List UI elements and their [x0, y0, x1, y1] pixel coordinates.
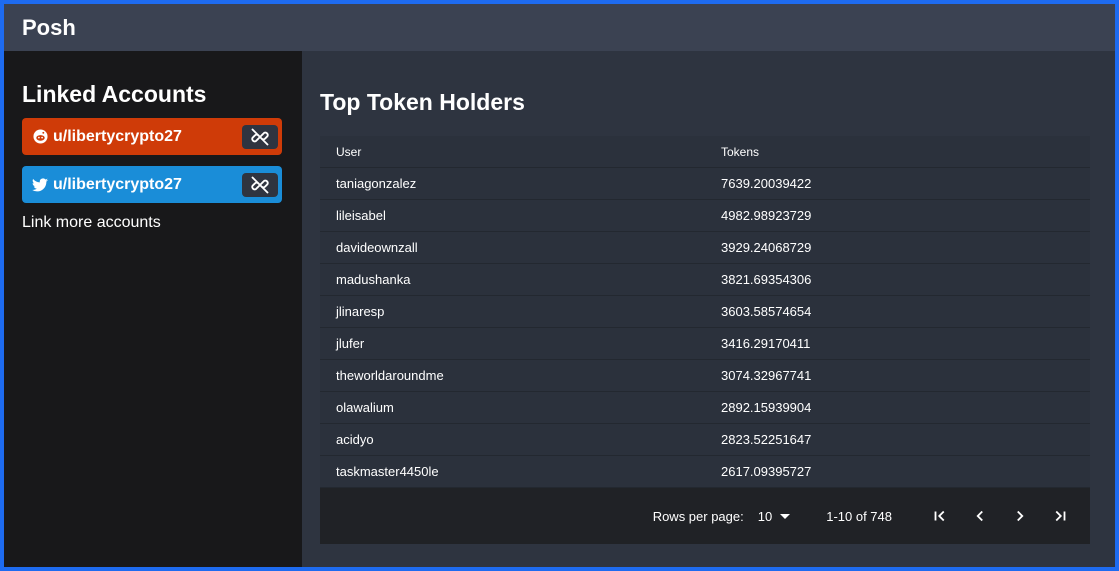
table-row: jlufer 3416.29170411	[320, 328, 1090, 360]
table-row: taniagonzalez 7639.20039422	[320, 168, 1090, 200]
next-page-button[interactable]	[1000, 496, 1040, 536]
app-title[interactable]: Posh	[22, 15, 76, 41]
row-user: madushanka	[336, 272, 411, 287]
row-user: taniagonzalez	[336, 176, 417, 191]
row-tokens: 3929.24068729	[721, 240, 812, 255]
row-user: lileisabel	[336, 208, 386, 223]
row-tokens: 3821.69354306	[721, 272, 812, 287]
rows-per-page-value: 10	[757, 508, 773, 524]
last-page-button[interactable]	[1040, 496, 1080, 536]
link-more-accounts-link[interactable]: Link more accounts	[22, 214, 161, 232]
linked-account-reddit[interactable]: u/libertycrypto27	[22, 118, 282, 155]
table-row: olawalium 2892.15939904	[320, 392, 1090, 424]
content-area: Linked Accounts u/libertycrypto27 u/libe…	[4, 51, 1115, 567]
unlink-icon	[251, 128, 269, 145]
token-holders-table: User Tokens taniagonzalez 7639.20039422 …	[320, 136, 1090, 544]
unlink-reddit-button[interactable]	[242, 124, 278, 149]
table-pagination: Rows per page: 10 1-10 of 748	[320, 488, 1090, 544]
table-row: madushanka 3821.69354306	[320, 264, 1090, 296]
page-title: Top Token Holders	[320, 89, 525, 115]
app-window: Posh Linked Accounts u/libertycrypto27 u…	[4, 4, 1115, 567]
first-page-button[interactable]	[920, 496, 960, 536]
row-tokens: 3416.29170411	[721, 336, 811, 351]
row-tokens: 2823.52251647	[721, 432, 812, 447]
linked-account-twitter[interactable]: u/libertycrypto27	[22, 166, 282, 203]
table-row: lileisabel 4982.98923729	[320, 200, 1090, 232]
table-header: User Tokens	[320, 136, 1090, 168]
previous-page-button[interactable]	[960, 496, 1000, 536]
row-user: olawalium	[336, 400, 394, 415]
sidebar: Linked Accounts u/libertycrypto27 u/libe…	[4, 51, 302, 567]
rows-per-page-label: Rows per page:	[652, 508, 744, 524]
row-tokens: 4982.98923729	[721, 208, 812, 223]
table-row: theworldaroundme 3074.32967741	[320, 360, 1090, 392]
reddit-icon	[32, 129, 48, 145]
chevron-right-icon	[1017, 510, 1024, 522]
reddit-username: u/libertycrypto27	[53, 127, 182, 145]
table-row: acidyo 2823.52251647	[320, 424, 1090, 456]
row-tokens: 3074.32967741	[721, 368, 812, 383]
table-row: davideownzall 3929.24068729	[320, 232, 1090, 264]
row-user: davideownzall	[336, 240, 418, 255]
row-tokens: 2892.15939904	[721, 400, 812, 415]
last-page-icon	[1055, 510, 1066, 522]
row-user: theworldaroundme	[336, 368, 444, 383]
table-row: taskmaster4450le 2617.09395727	[320, 456, 1090, 488]
pagination-range: 1-10 of 748	[826, 508, 892, 524]
first-page-icon	[934, 510, 945, 522]
column-header-user: User	[336, 144, 362, 159]
row-user: jlufer	[336, 336, 365, 351]
row-tokens: 2617.09395727	[721, 464, 812, 479]
twitter-username: u/libertycrypto27	[53, 175, 182, 193]
chevron-left-icon	[976, 510, 983, 522]
unlink-icon	[251, 176, 269, 193]
main-panel: Top Token Holders User Tokens taniagonza…	[302, 51, 1115, 567]
unlink-twitter-button[interactable]	[242, 172, 278, 197]
chevron-down-icon	[780, 513, 791, 519]
app-bar: Posh	[4, 4, 1115, 51]
row-user: jlinaresp	[336, 304, 385, 319]
row-tokens: 3603.58574654	[721, 304, 812, 319]
row-tokens: 7639.20039422	[721, 176, 812, 191]
linked-accounts-heading: Linked Accounts	[22, 81, 207, 107]
row-user: taskmaster4450le	[336, 464, 439, 479]
table-row: jlinaresp 3603.58574654	[320, 296, 1090, 328]
rows-per-page-select[interactable]: 10	[757, 508, 791, 524]
twitter-icon	[32, 177, 48, 193]
column-header-tokens: Tokens	[721, 144, 760, 159]
row-user: acidyo	[336, 432, 374, 447]
